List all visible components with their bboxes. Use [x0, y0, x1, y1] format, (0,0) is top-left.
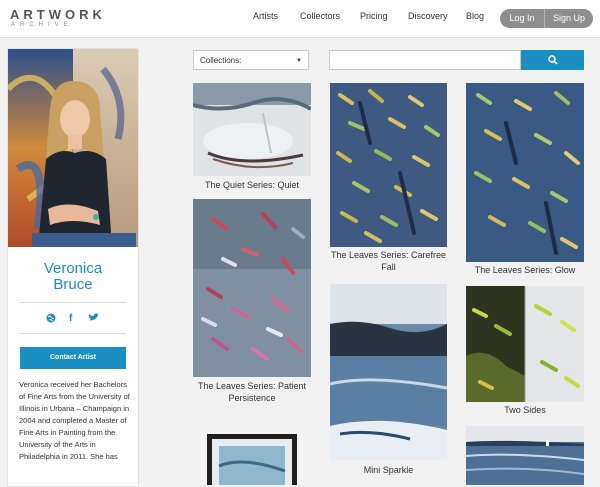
- top-bar: ARTWORK ARCHIVE Artists Collectors Prici…: [0, 0, 600, 38]
- artist-first-name: Veronica: [43, 260, 103, 277]
- search-icon: [547, 55, 558, 65]
- artwork-title[interactable]: The Quiet Series: Quiet: [193, 179, 311, 191]
- divider: [20, 302, 126, 303]
- artwork-thumbnail-carefree-fall[interactable]: [330, 83, 447, 247]
- nav-artists[interactable]: Artists: [253, 11, 278, 21]
- artwork-title[interactable]: The Leaves Series: Patient Persistence: [191, 380, 313, 404]
- artwork-thumbnail-seascape[interactable]: [466, 426, 584, 485]
- search-input[interactable]: [329, 50, 521, 70]
- artwork-title[interactable]: The Leaves Series: Glow: [462, 264, 588, 276]
- contact-artist-button[interactable]: Contact Artist: [20, 347, 126, 369]
- nav-blog[interactable]: Blog: [466, 11, 484, 21]
- nav-discovery[interactable]: Discovery: [408, 11, 448, 21]
- artwork-thumbnail-quiet[interactable]: [193, 83, 311, 176]
- artist-last-name: Bruce: [53, 276, 93, 293]
- collections-select-value: Collections:: [200, 56, 242, 65]
- chevron-down-icon: ▼: [296, 58, 302, 64]
- artwork-thumbnail-mini-sparkle[interactable]: [330, 284, 447, 460]
- artwork-thumbnail-framed[interactable]: [193, 416, 311, 485]
- twitter-icon[interactable]: [88, 313, 99, 325]
- globe-icon[interactable]: [46, 313, 56, 326]
- login-button[interactable]: Log In: [500, 9, 545, 28]
- artwork-archive-logo[interactable]: ARTWORK ARCHIVE: [10, 7, 130, 31]
- artwork-thumbnail-glow[interactable]: [466, 83, 584, 262]
- search-button[interactable]: [521, 50, 584, 70]
- collections-select[interactable]: Collections: ▼: [193, 50, 309, 70]
- artist-photo: [8, 49, 138, 247]
- artist-bio: Veronica received her Bachelors of Fine …: [19, 380, 130, 461]
- artist-profile-card: Veronica Bruce f Contact Artist Veronica…: [7, 48, 139, 487]
- artwork-title[interactable]: Mini Sparkle: [330, 464, 447, 476]
- signup-button[interactable]: Sign Up: [545, 9, 593, 28]
- logo-subtext: ARCHIVE: [11, 22, 73, 28]
- nav-pricing[interactable]: Pricing: [360, 11, 388, 21]
- artwork-thumbnail-two-sides[interactable]: [466, 286, 584, 402]
- artwork-thumbnail-patient-persistence[interactable]: [193, 199, 311, 377]
- artwork-title[interactable]: Two Sides: [466, 404, 584, 416]
- artwork-title[interactable]: The Leaves Series: Carefree Fall: [330, 249, 447, 273]
- nav-collectors[interactable]: Collectors: [300, 11, 340, 21]
- artist-name: Veronica Bruce: [8, 261, 138, 293]
- facebook-icon[interactable]: f: [69, 313, 72, 324]
- divider: [20, 333, 126, 334]
- logo-text: ARTWORK: [10, 7, 106, 22]
